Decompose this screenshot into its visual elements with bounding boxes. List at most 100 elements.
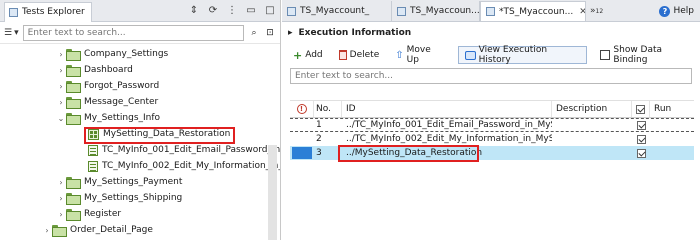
search-icon[interactable]: ⌕ — [248, 27, 260, 39]
tree-item-label: Register — [84, 209, 122, 219]
row-flag-cell — [290, 147, 314, 159]
folder-icon — [52, 225, 67, 237]
editor-tab-label: *TS_Myaccoun... — [499, 6, 574, 17]
row-run-checkbox[interactable] — [632, 120, 650, 130]
move-up-label: Move Up — [406, 45, 431, 65]
explorer-search-input[interactable] — [22, 24, 244, 41]
chevron-right-icon[interactable]: › — [56, 194, 66, 203]
advanced-search-icon[interactable]: ⊡ — [264, 27, 276, 39]
binding-label: Show Data Binding — [613, 45, 663, 65]
chevron-right-icon[interactable]: › — [56, 178, 66, 187]
checkbox-icon — [636, 148, 646, 158]
explorer-tools: ⇕ ⟳ ⋮ ▭ □ — [188, 5, 276, 17]
history-label: View Execution History — [478, 45, 548, 65]
editor-tab-2[interactable]: TS_Myaccoun... — [392, 1, 480, 21]
table-row[interactable]: 1 ../TC_MyInfo_001_Edit_Email_Password_in… — [290, 118, 694, 132]
tree-item[interactable]: › Order_Detail_Page — [42, 222, 153, 238]
checkbox-icon — [636, 134, 646, 144]
minimize-icon[interactable]: ▭ — [245, 5, 257, 17]
section-title: Execution Information — [298, 28, 412, 38]
checkbox-icon — [636, 104, 645, 114]
header-run-checkbox[interactable] — [632, 101, 650, 117]
section-header[interactable]: ▸ Execution Information — [282, 22, 700, 44]
row-run-checkbox[interactable] — [632, 134, 650, 144]
editor-tab-3[interactable]: *TS_Myaccoun... ✕ — [480, 1, 586, 21]
tab-overflow-button[interactable]: » 12 — [586, 1, 607, 21]
editor-tab-label: TS_Myaccoun... — [410, 6, 480, 16]
highlight-box — [338, 145, 479, 162]
tree-item[interactable]: › Dashboard — [56, 62, 133, 78]
header-no[interactable]: No. — [314, 101, 342, 117]
tree-item[interactable]: TC_MyInfo_001_Edit_Email_Password_in_M — [78, 142, 280, 158]
filter-list-icon: ☰ — [4, 27, 13, 38]
test-suite-icon — [287, 6, 296, 16]
editor-tab-label: TS_Myaccount_ — [300, 6, 370, 16]
tree-item[interactable]: ⌄ My_Settings_Info — [56, 110, 160, 126]
close-icon[interactable]: ✕ — [579, 7, 585, 17]
tree-item-label: My_Settings_Info — [84, 113, 161, 123]
delete-label: Delete — [349, 50, 380, 60]
link-editor-icon[interactable]: ⇕ — [188, 5, 200, 17]
folder-icon — [66, 49, 81, 61]
tree-item-label: Company_Settings — [84, 49, 169, 59]
show-data-binding-button[interactable]: Show Data Binding — [597, 45, 700, 65]
overflow-count: 12 — [595, 7, 604, 15]
tree-item[interactable]: TC_MyInfo_002_Edit_My_Information_in_M — [78, 158, 280, 174]
chevron-right-icon[interactable]: › — [56, 98, 66, 107]
editor-tab-1[interactable]: TS_Myaccount_ — [282, 1, 392, 21]
test-case-icon — [88, 144, 98, 156]
chevron-right-icon[interactable]: › — [42, 226, 52, 235]
chevron-right-icon[interactable]: › — [56, 82, 66, 91]
move-up-button[interactable]: ⇧ Move Up — [392, 45, 448, 65]
filter-options-button[interactable]: ☰ ▾ — [4, 28, 19, 38]
maximize-icon[interactable]: □ — [264, 5, 276, 17]
table-row[interactable]: 2 ../TC_MyInfo_002_Edit_My_Information_in… — [290, 132, 694, 146]
tab-tests-explorer[interactable]: Tests Explorer — [4, 1, 92, 22]
tree-item-label: TC_MyInfo_002_Edit_My_Information_in_M — [102, 161, 280, 171]
execution-toolbar: + Add Delete ⇧ Move Up View Execution Hi… — [282, 44, 700, 66]
refresh-icon[interactable]: ⟳ — [207, 5, 219, 17]
trash-icon — [338, 50, 347, 60]
tree-item-label: My_Settings_Payment — [84, 177, 183, 187]
highlight-box — [84, 127, 235, 144]
folder-icon — [66, 113, 81, 125]
row-no: 1 — [316, 120, 322, 130]
view-execution-history-button[interactable]: View Execution History — [457, 45, 587, 65]
chevron-right-icon[interactable]: › — [56, 50, 66, 59]
table-search-row — [282, 66, 700, 86]
test-case-icon — [88, 160, 98, 172]
view-menu-icon[interactable]: ⋮ — [226, 5, 238, 17]
tree-item[interactable]: › Message_Center — [56, 94, 158, 110]
help-label: Help — [673, 6, 694, 16]
header-id[interactable]: ID — [342, 101, 552, 117]
add-button[interactable]: + Add — [290, 46, 326, 64]
chevron-down-icon: ▾ — [14, 27, 19, 38]
tests-explorer-icon — [9, 7, 18, 17]
header-flag: ! — [290, 101, 314, 117]
row-run-checkbox[interactable] — [632, 148, 650, 158]
tree-item[interactable]: › Forgot_Password — [56, 78, 159, 94]
tree-item[interactable]: › Register — [56, 206, 121, 222]
test-case-search-input[interactable] — [290, 68, 692, 84]
chevron-right-icon[interactable]: › — [56, 66, 66, 75]
selection-marker — [292, 147, 312, 159]
header-description[interactable]: Description — [552, 101, 632, 117]
tree-item[interactable]: › My_Settings_Shipping — [56, 190, 182, 206]
help-icon: ? — [659, 5, 671, 17]
row-id[interactable]: ../TC_MyInfo_002_Edit_My_Information_in_… — [342, 134, 552, 144]
tree-item[interactable]: › My_Settings_Payment — [56, 174, 182, 190]
delete-button[interactable]: Delete — [336, 46, 383, 64]
help-button[interactable]: ? Help — [653, 1, 700, 21]
tree-item[interactable]: › Company_Settings — [56, 46, 168, 62]
row-id[interactable]: ../TC_MyInfo_001_Edit_Email_Password_in_… — [342, 120, 552, 130]
folder-icon — [66, 209, 81, 221]
explorer-tree: › Company_Settings › Dashboard › Forgot_Passw… — [0, 44, 280, 239]
chevron-down-icon[interactable]: ⌄ — [56, 114, 66, 123]
status-icon: ! — [296, 104, 307, 114]
chevron-right-icon[interactable]: › — [56, 210, 66, 219]
tree-scrollbar[interactable] — [268, 145, 277, 240]
header-run[interactable]: Run — [650, 104, 690, 114]
folder-icon — [66, 97, 81, 109]
row-no: 2 — [316, 134, 322, 144]
folder-icon — [66, 193, 81, 205]
